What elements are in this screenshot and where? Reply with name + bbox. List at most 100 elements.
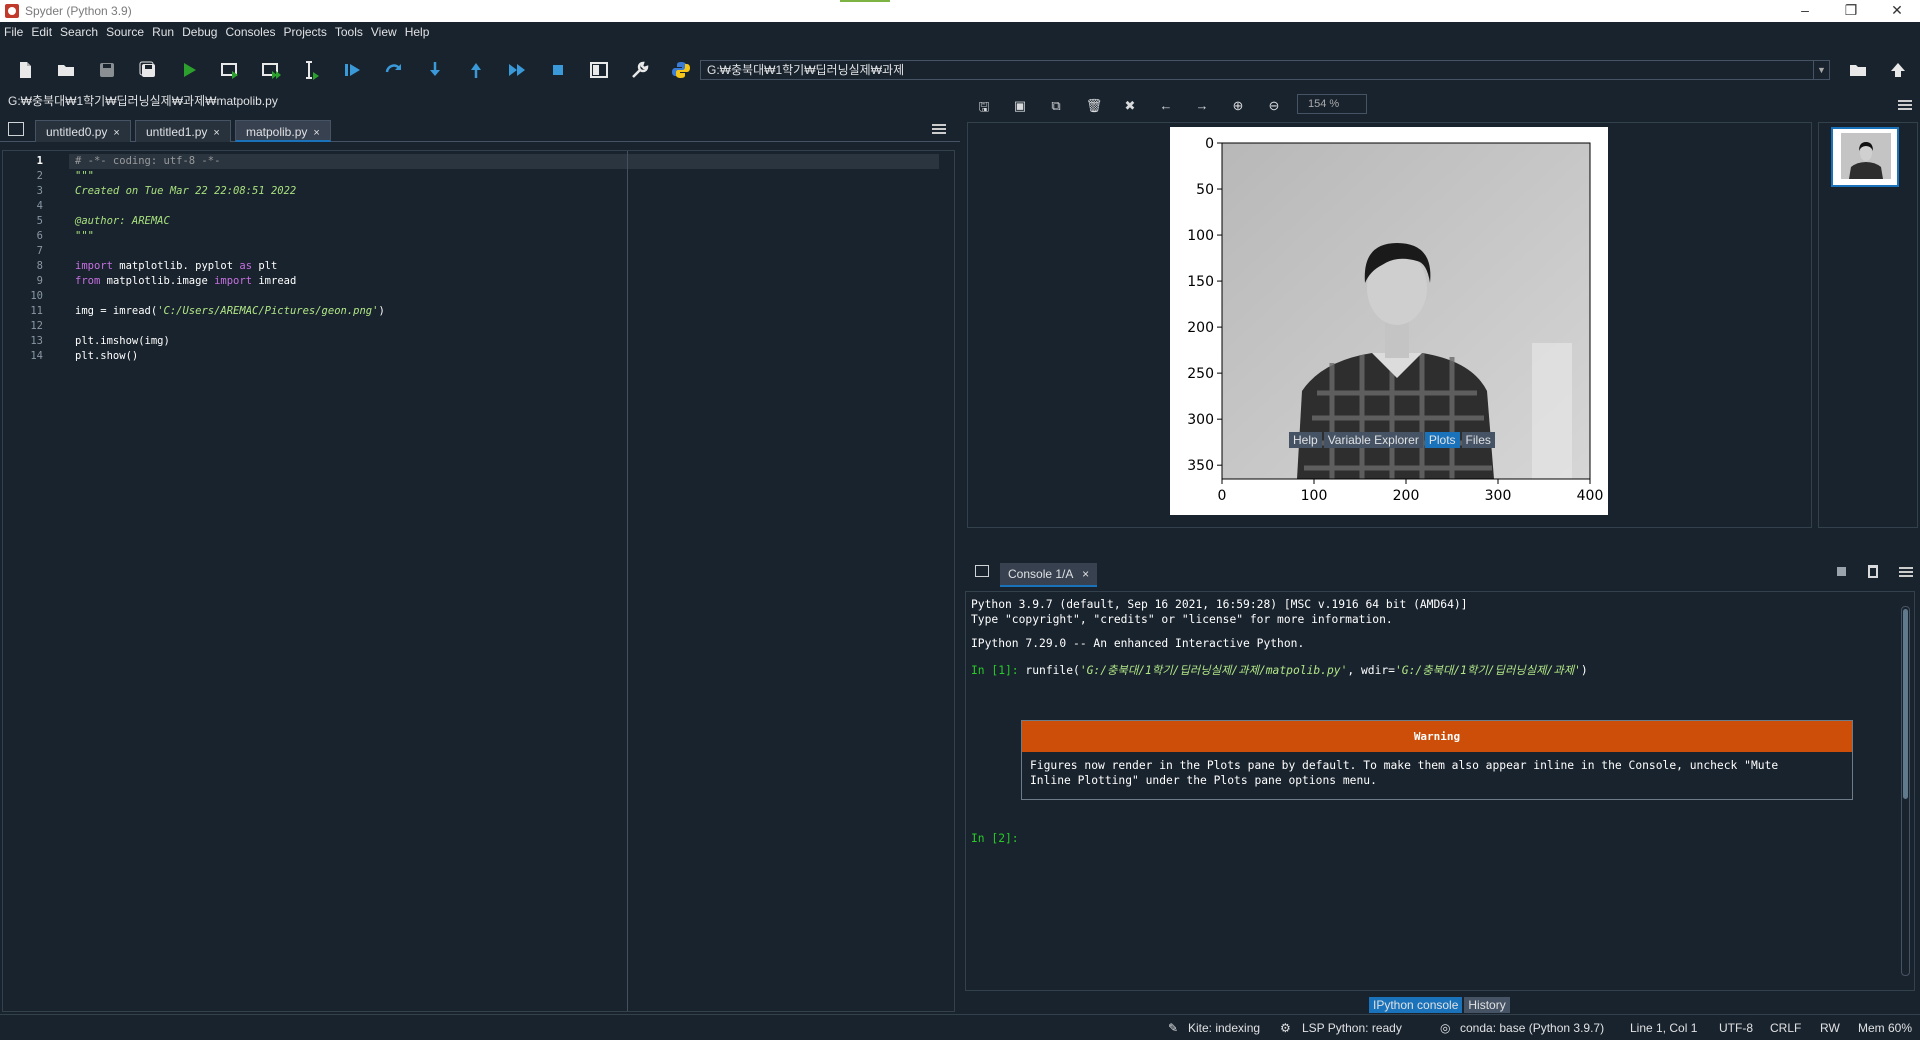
- browse-tabs-icon[interactable]: [8, 122, 24, 136]
- figure: 0 50 100 150 200 250 300 350 0 100 200 300 400: [1170, 127, 1608, 515]
- remove-all-plots-icon[interactable]: ✖: [1121, 98, 1139, 114]
- menu-debug[interactable]: Debug: [182, 25, 217, 39]
- plots-pane-tabs: Help Variable Explorer Plots Files: [1289, 432, 1495, 448]
- menu-file[interactable]: File: [4, 25, 23, 39]
- x-tick-label: 400: [1577, 488, 1604, 504]
- minimize-icon[interactable]: –: [1782, 0, 1828, 22]
- y-tick-label: 50: [1196, 182, 1214, 198]
- zoom-in-icon[interactable]: ⊕: [1229, 98, 1247, 114]
- close-tab-icon[interactable]: ×: [113, 127, 119, 139]
- y-tick-label: 0: [1205, 136, 1214, 152]
- copy-plot-icon[interactable]: ⧉: [1047, 98, 1065, 114]
- python-path-icon[interactable]: [666, 55, 696, 85]
- save-all-icon[interactable]: [133, 55, 163, 85]
- menu-consoles[interactable]: Consoles: [225, 25, 275, 39]
- menu-run[interactable]: Run: [152, 25, 174, 39]
- code-line: plt.show(): [75, 350, 138, 362]
- code-area[interactable]: # -*- coding: utf-8 -*- """ Created on Tue…: [69, 151, 954, 1011]
- working-directory-combo[interactable]: G:₩충북대₩1학기₩딥러닝실제₩과제 ▼: [700, 60, 1830, 80]
- menu-projects[interactable]: Projects: [284, 25, 327, 39]
- restore-icon[interactable]: ❐: [1828, 0, 1874, 22]
- console-options-menu-icon[interactable]: [1899, 567, 1913, 577]
- tab-history[interactable]: History: [1464, 997, 1510, 1013]
- menu-tools[interactable]: Tools: [335, 25, 363, 39]
- code-token: from: [75, 275, 101, 287]
- tab-files[interactable]: Files: [1461, 432, 1495, 448]
- remove-plot-icon[interactable]: 🗑: [1085, 98, 1103, 114]
- console-scrollbar[interactable]: [1901, 606, 1910, 976]
- command: ): [1580, 664, 1588, 677]
- x-tick-label: 200: [1393, 488, 1420, 504]
- plots-pane: 🖫 ▣ ⧉ 🗑 ✖ ← → ⊕ ⊖ 154 % 0 50 100 150 200…: [965, 90, 1920, 550]
- menu-search[interactable]: Search: [60, 25, 98, 39]
- plot-thumbnail[interactable]: [1831, 127, 1899, 187]
- menu-help[interactable]: Help: [405, 25, 430, 39]
- console-prompt-line[interactable]: In [2]:: [971, 832, 1019, 845]
- zoom-level-field[interactable]: 154 %: [1297, 94, 1367, 114]
- edge-line: [627, 151, 628, 1011]
- browse-folder-icon[interactable]: [1848, 60, 1870, 82]
- code-token: plt: [252, 260, 278, 272]
- window-controls: – ❐ ✕: [1782, 0, 1920, 22]
- interrupt-kernel-icon[interactable]: [1837, 567, 1846, 576]
- menu-edit[interactable]: Edit: [31, 25, 52, 39]
- save-plot-icon[interactable]: 🖫: [975, 98, 993, 114]
- chevron-down-icon[interactable]: ▼: [1813, 61, 1829, 79]
- maximize-pane-icon[interactable]: [584, 55, 614, 85]
- tab-plots[interactable]: Plots: [1424, 432, 1460, 448]
- code-token: matplotlib. pyplot: [112, 260, 240, 272]
- zoom-out-icon[interactable]: ⊖: [1265, 98, 1283, 114]
- run-cell-icon[interactable]: [215, 55, 245, 85]
- menu-source[interactable]: Source: [106, 25, 144, 39]
- step-return-icon[interactable]: [461, 55, 491, 85]
- line-number: 9: [36, 275, 43, 287]
- preferences-icon[interactable]: [625, 55, 655, 85]
- run-cell-advance-icon[interactable]: [256, 55, 286, 85]
- parent-directory-icon[interactable]: [1888, 60, 1910, 82]
- tab-ipython-console[interactable]: IPython console: [1369, 997, 1463, 1013]
- plot-canvas[interactable]: 0 50 100 150 200 250 300 350 0 100 200 300 400: [967, 122, 1812, 528]
- save-icon[interactable]: [92, 55, 122, 85]
- previous-plot-icon[interactable]: ←: [1157, 98, 1175, 114]
- code-line: # -*- coding: utf-8 -*-: [75, 155, 220, 167]
- plots-options-menu-icon[interactable]: [1898, 100, 1912, 110]
- tab-untitled1[interactable]: untitled1.py ×: [135, 120, 231, 142]
- stop-icon[interactable]: [543, 55, 573, 85]
- continue-icon[interactable]: [502, 55, 532, 85]
- tab-label: untitled1.py: [146, 125, 208, 139]
- new-file-icon[interactable]: [10, 55, 40, 85]
- save-all-plots-icon[interactable]: ▣: [1011, 98, 1029, 114]
- editor-options-menu-icon[interactable]: [932, 124, 946, 134]
- step-into-icon[interactable]: [420, 55, 450, 85]
- debug-icon[interactable]: [338, 55, 368, 85]
- close-tab-icon[interactable]: ×: [213, 127, 219, 139]
- code-token: 'C:/Users/AREMAC/Pictures/geon.png': [157, 305, 379, 317]
- close-icon[interactable]: ✕: [1874, 0, 1920, 22]
- menu-view[interactable]: View: [371, 25, 397, 39]
- tab-variable-explorer[interactable]: Variable Explorer: [1323, 432, 1423, 448]
- run-selection-icon[interactable]: [297, 55, 327, 85]
- line-number: 13: [30, 335, 43, 347]
- next-plot-icon[interactable]: →: [1193, 98, 1211, 114]
- run-icon[interactable]: [174, 55, 204, 85]
- line-number: 12: [30, 320, 43, 332]
- tab-console[interactable]: Console 1/A ×: [1000, 563, 1098, 587]
- warning-title: Warning: [1022, 721, 1852, 752]
- tab-untitled0[interactable]: untitled0.py ×: [35, 120, 131, 142]
- code-editor[interactable]: 1 2 3 4 5 6 7 8 9 10 11 12 13 14 # -*- coding: utf-8 …: [2, 150, 955, 1012]
- scrollbar-thumb[interactable]: [1903, 609, 1908, 799]
- tab-help[interactable]: Help: [1289, 432, 1322, 448]
- memory-usage: Mem 60%: [1858, 1021, 1913, 1035]
- browse-consoles-icon[interactable]: [975, 565, 989, 577]
- close-console-icon[interactable]: ×: [1082, 567, 1089, 581]
- command: , wdir=: [1347, 664, 1395, 677]
- step-over-icon[interactable]: [379, 55, 409, 85]
- ipython-console[interactable]: Python 3.9.7 (default, Sep 16 2021, 16:5…: [965, 591, 1915, 991]
- remove-variables-icon[interactable]: [1868, 565, 1878, 578]
- open-file-icon[interactable]: [51, 55, 81, 85]
- close-tab-icon[interactable]: ×: [313, 127, 319, 139]
- y-tick-label: 300: [1187, 412, 1214, 428]
- conda-status: conda: base (Python 3.9.7): [1460, 1021, 1605, 1035]
- tab-matpolib[interactable]: matpolib.py ×: [235, 120, 331, 142]
- line-number: 2: [36, 170, 43, 182]
